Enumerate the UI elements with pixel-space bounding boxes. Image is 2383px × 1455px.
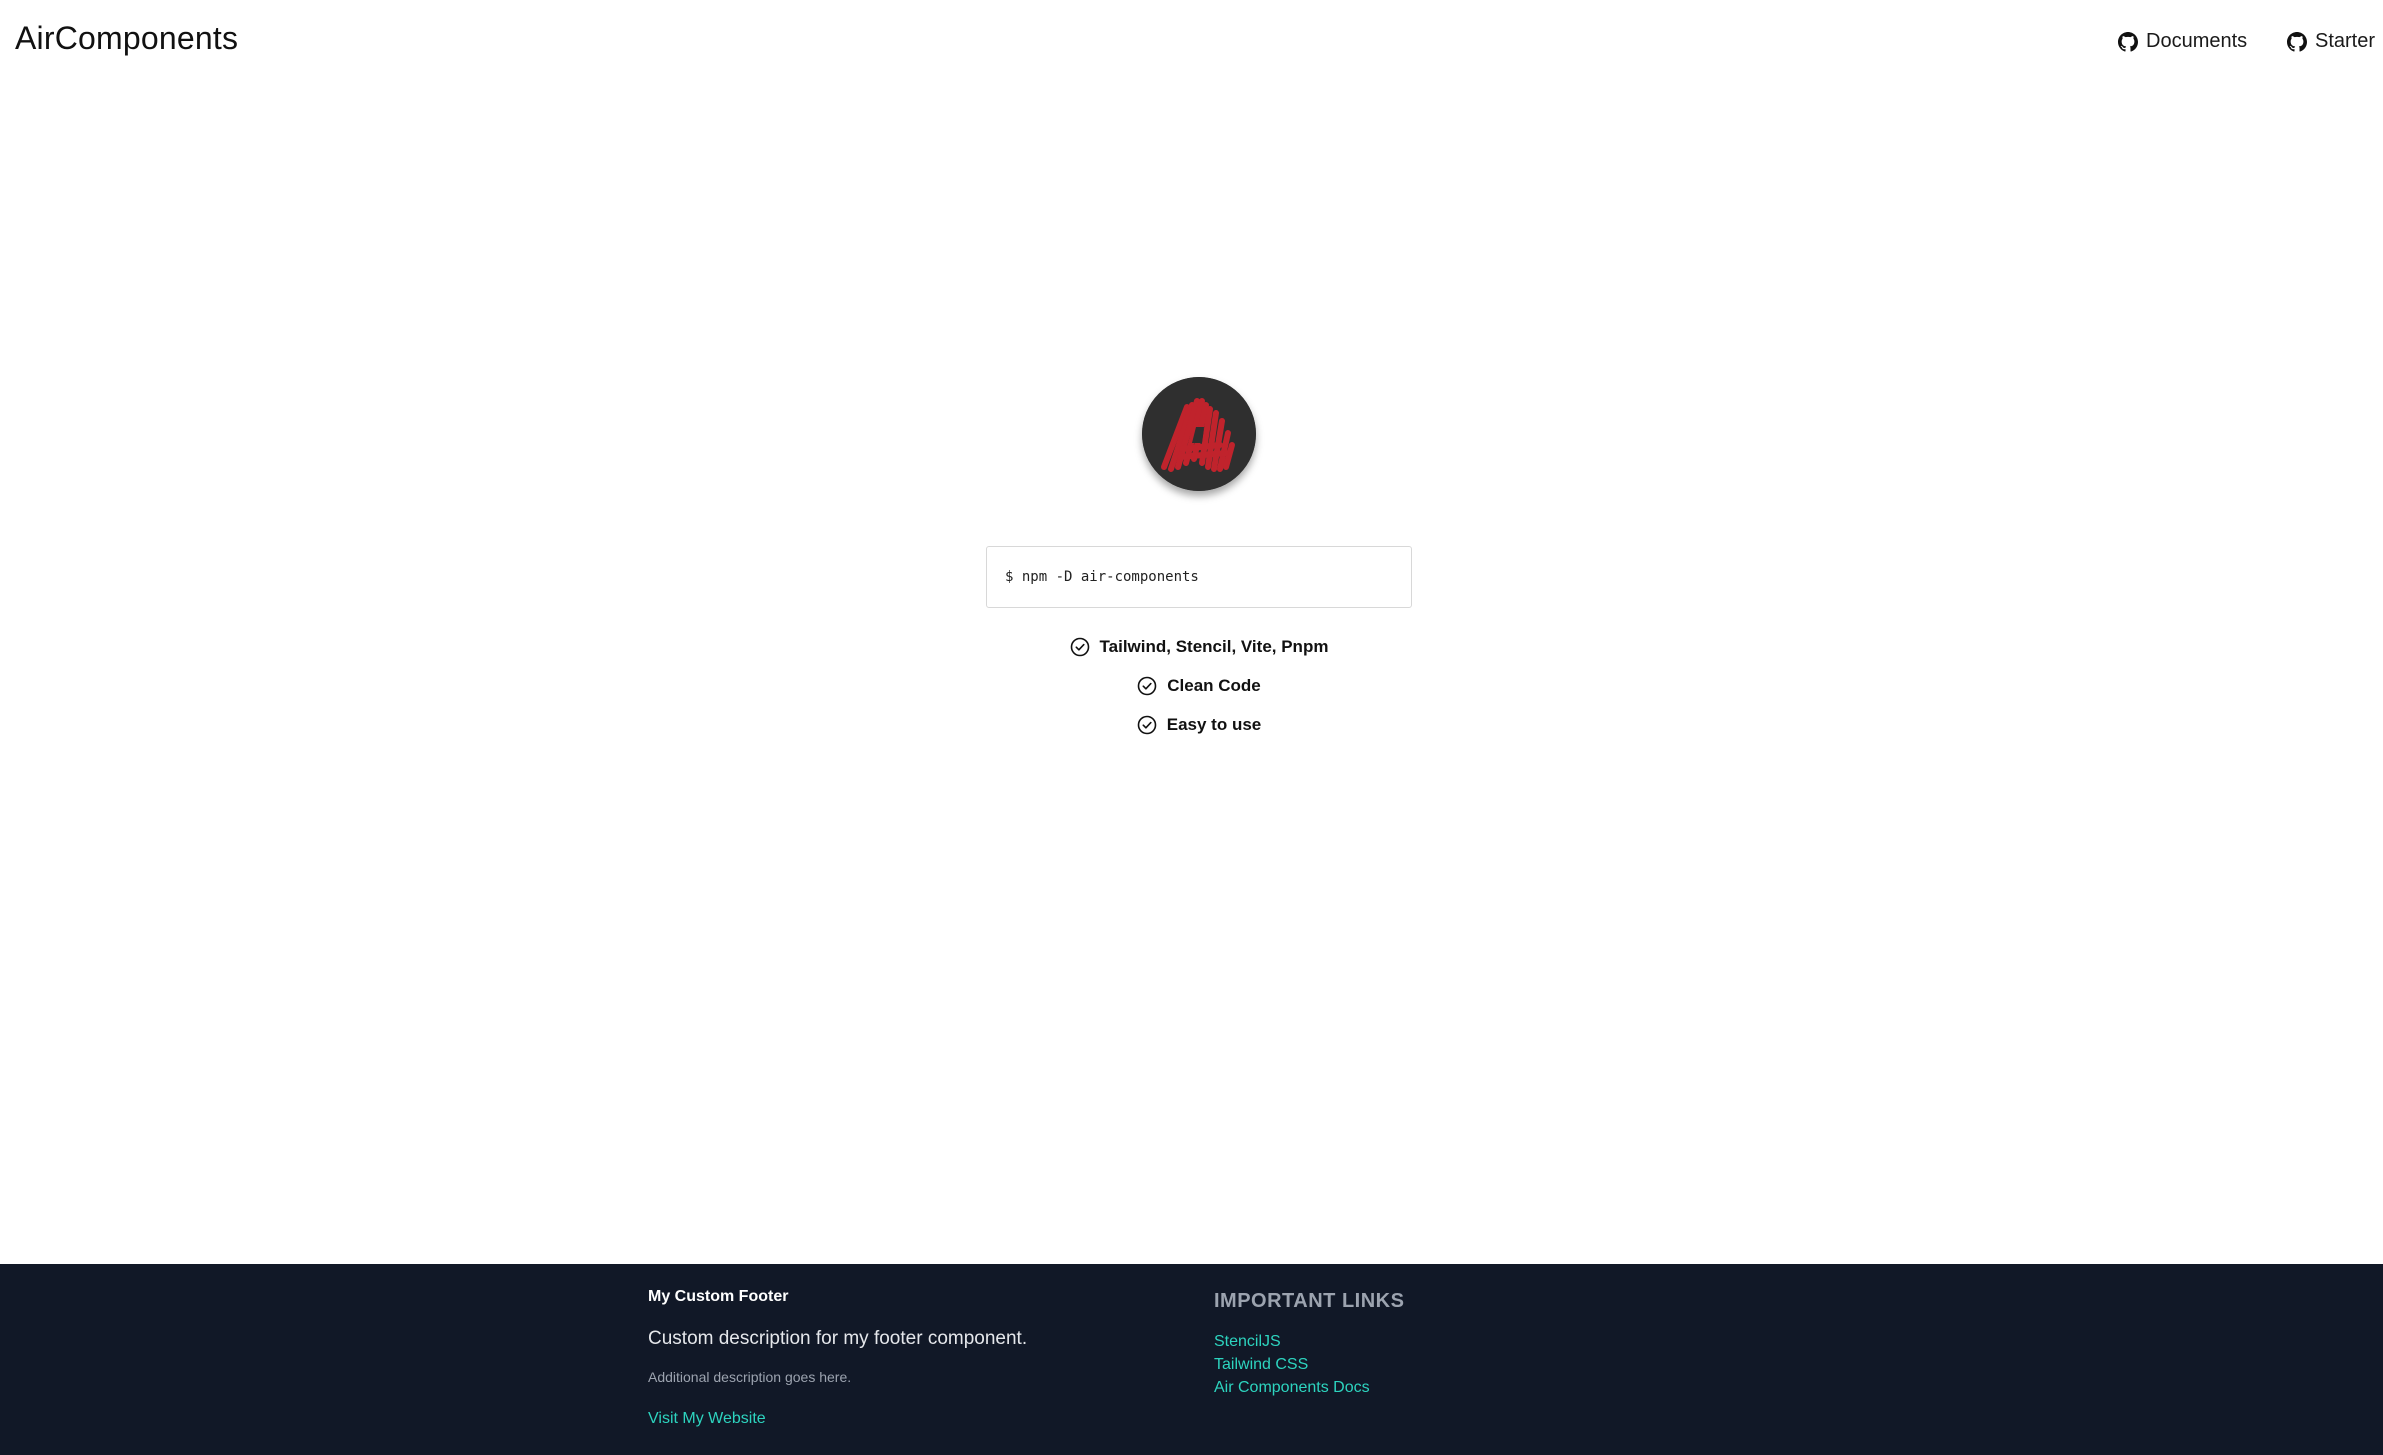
- visit-website-link[interactable]: Visit My Website: [648, 1410, 766, 1428]
- install-command-box[interactable]: $ npm -D air-components: [986, 546, 1412, 608]
- feature-list: Tailwind, Stencil, Vite, Pnpm Clean Code…: [0, 636, 2383, 736]
- important-links-heading: IMPORTANT LINKS: [1214, 1290, 1405, 1312]
- nav-starter-label: Starter: [2315, 30, 2376, 52]
- stenciljs-link[interactable]: StencilJS: [1214, 1333, 1281, 1350]
- github-icon: [2287, 31, 2307, 52]
- important-links-list: StencilJS Tailwind CSS Air Components Do…: [1214, 1330, 1370, 1399]
- list-item: Air Components Docs: [1214, 1376, 1370, 1399]
- footer-description: Custom description for my footer compone…: [648, 1328, 1028, 1349]
- top-header: AirComponents Documents Starter: [0, 0, 2383, 86]
- nav-starter-link[interactable]: Starter: [2287, 30, 2375, 53]
- github-icon: [2118, 31, 2138, 52]
- check-circle-icon: [1137, 676, 1157, 696]
- install-command-text: $ npm -D air-components: [1005, 569, 1199, 585]
- feature-item: Easy to use: [1137, 714, 1262, 736]
- tailwind-css-link[interactable]: Tailwind CSS: [1214, 1356, 1308, 1373]
- brand-title[interactable]: AirComponents: [15, 20, 238, 57]
- site-footer: My Custom Footer Custom description for …: [0, 1264, 2383, 1455]
- feature-label: Clean Code: [1167, 676, 1261, 695]
- page: AirComponents Documents Starter $ npm -D…: [0, 0, 2383, 1455]
- nav-documents-label: Documents: [2146, 30, 2248, 52]
- nav-documents-link[interactable]: Documents: [2118, 30, 2247, 53]
- feature-item: Tailwind, Stencil, Vite, Pnpm: [1070, 636, 1329, 658]
- footer-title: My Custom Footer: [648, 1288, 789, 1305]
- air-components-docs-link[interactable]: Air Components Docs: [1214, 1379, 1370, 1396]
- feature-label: Easy to use: [1166, 715, 1262, 734]
- feature-item: Clean Code: [1137, 675, 1261, 697]
- footer-additional-description: Additional description goes here.: [648, 1369, 852, 1385]
- check-circle-icon: [1070, 637, 1090, 657]
- list-item: StencilJS: [1214, 1330, 1370, 1353]
- air-components-logo: [1142, 377, 1256, 491]
- feature-label: Tailwind, Stencil, Vite, Pnpm: [1099, 637, 1329, 656]
- list-item: Tailwind CSS: [1214, 1353, 1370, 1376]
- check-circle-icon: [1137, 715, 1157, 735]
